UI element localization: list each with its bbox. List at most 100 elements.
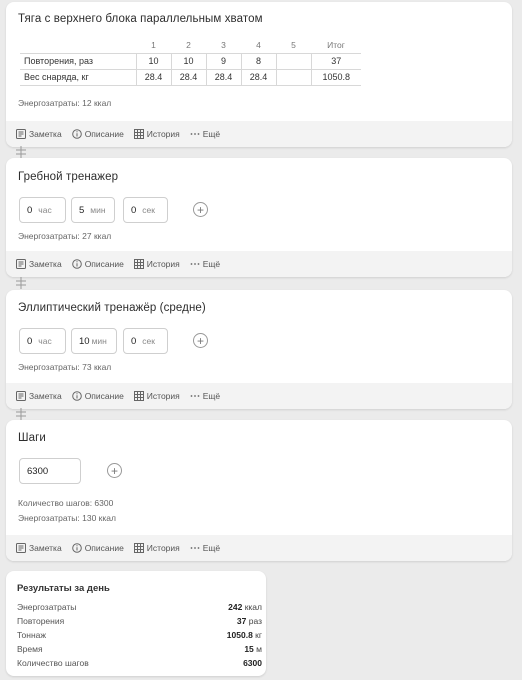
note-button[interactable]: Заметка xyxy=(16,129,62,139)
seconds-unit: сек xyxy=(142,205,155,215)
summary-value: 6300 xyxy=(243,658,262,668)
minutes-value: 5 xyxy=(79,204,85,216)
summary-row-energy: Энергозатраты 242 ккал xyxy=(17,602,262,612)
reps-cell[interactable]: 9 xyxy=(205,52,241,69)
daily-results-card: Результаты за день Энергозатраты 242 кка… xyxy=(6,571,266,676)
add-icon[interactable]: + xyxy=(107,463,122,478)
reps-cell[interactable]: 10 xyxy=(135,52,171,69)
minutes-input[interactable]: 5 мин xyxy=(71,197,115,223)
steps-input[interactable]: 6300 xyxy=(19,458,81,484)
dots-icon xyxy=(190,395,200,397)
exercise-title: Гребной тренажер xyxy=(18,171,119,183)
weight-cell[interactable]: 28.4 xyxy=(240,68,276,86)
steps-value: 6300 xyxy=(27,465,49,477)
more-button[interactable]: Ещё xyxy=(190,543,220,553)
steps-count-text: Количество шагов: 6300 xyxy=(18,498,114,508)
weight-cell[interactable]: 28.4 xyxy=(135,68,171,86)
summary-label: Количество шагов xyxy=(17,658,89,668)
energy-text: Энергозатраты: 27 ккал xyxy=(18,231,112,241)
more-button[interactable]: Ещё xyxy=(190,129,220,139)
reps-cell[interactable]: 8 xyxy=(240,52,276,69)
history-label: История xyxy=(146,129,180,139)
summary-number: 1050.8 xyxy=(226,630,253,640)
description-label: Описание xyxy=(84,259,124,269)
drag-handle-icon[interactable] xyxy=(15,408,27,420)
table-icon xyxy=(133,543,144,553)
reps-cell[interactable]: 10 xyxy=(170,52,206,69)
history-button[interactable]: История xyxy=(133,129,180,139)
energy-text: Энергозатраты: 73 ккал xyxy=(18,362,112,372)
weight-cell[interactable]: 28.4 xyxy=(205,68,241,86)
table-icon xyxy=(133,129,144,139)
exercise-title: Эллиптический тренажёр (средне) xyxy=(18,302,206,314)
description-label: Описание xyxy=(84,391,124,401)
note-button[interactable]: Заметка xyxy=(16,259,62,269)
summary-unit: м xyxy=(256,644,262,654)
note-button[interactable]: Заметка xyxy=(16,391,62,401)
note-icon xyxy=(16,259,26,269)
summary-number: 242 xyxy=(228,602,243,612)
weight-cell[interactable]: 28.4 xyxy=(170,68,206,86)
minutes-input[interactable]: 10 мин xyxy=(71,328,117,354)
hours-input[interactable]: 0 час xyxy=(19,197,66,223)
table-icon xyxy=(133,391,144,401)
hours-unit: час xyxy=(38,205,52,215)
dots-icon xyxy=(190,547,200,549)
history-button[interactable]: История xyxy=(133,259,180,269)
summary-row-reps: Повторения 37 раз xyxy=(17,616,262,626)
minutes-unit: мин xyxy=(91,336,107,346)
reps-cell[interactable] xyxy=(275,52,311,69)
set-number: 1 xyxy=(151,40,156,51)
description-button[interactable]: Описание xyxy=(71,259,124,269)
exercise-card-elliptical: Эллиптический тренажёр (средне) 0 час 10… xyxy=(6,290,512,409)
note-label: Заметка xyxy=(29,129,62,139)
description-button[interactable]: Описание xyxy=(71,543,124,553)
weight-cell[interactable] xyxy=(275,68,311,86)
more-label: Ещё xyxy=(202,543,221,553)
summary-unit: раз xyxy=(248,616,262,626)
seconds-input[interactable]: 0 сек xyxy=(123,197,168,223)
more-button[interactable]: Ещё xyxy=(190,259,220,269)
note-button[interactable]: Заметка xyxy=(16,543,62,553)
description-label: Описание xyxy=(84,543,124,553)
description-label: Описание xyxy=(84,129,124,139)
hours-input[interactable]: 0 час xyxy=(19,328,66,354)
info-icon xyxy=(71,543,82,553)
hours-value: 0 xyxy=(27,204,33,216)
history-button[interactable]: История xyxy=(133,391,180,401)
more-label: Ещё xyxy=(202,391,221,401)
summary-label: Время xyxy=(17,644,43,654)
seconds-value: 0 xyxy=(131,204,137,216)
exercise-title: Тяга с верхнего блока параллельным хвато… xyxy=(18,13,263,25)
note-label: Заметка xyxy=(29,259,62,269)
seconds-unit: сек xyxy=(142,336,155,346)
summary-row-steps: Количество шагов 6300 xyxy=(17,658,262,668)
table-icon xyxy=(133,259,144,269)
more-label: Ещё xyxy=(202,129,221,139)
weight-total: 1050.8 xyxy=(310,68,361,86)
total-header: Итог xyxy=(327,40,345,51)
info-icon xyxy=(71,259,82,269)
drag-handle-icon[interactable] xyxy=(15,146,27,158)
add-icon[interactable]: + xyxy=(193,333,208,348)
description-button[interactable]: Описание xyxy=(71,129,124,139)
summary-value: 15 м xyxy=(244,644,262,654)
note-icon xyxy=(16,391,26,401)
seconds-input[interactable]: 0 сек xyxy=(123,328,168,354)
hours-unit: час xyxy=(38,336,52,346)
exercise-card-lat-pulldown: Тяга с верхнего блока параллельным хвато… xyxy=(6,2,512,147)
energy-text: Энергозатраты: 130 ккал xyxy=(18,513,116,523)
set-number: 2 xyxy=(186,40,191,51)
energy-text: Энергозатраты: 12 ккал xyxy=(18,98,112,108)
summary-label: Тоннаж xyxy=(17,630,47,640)
history-button[interactable]: История xyxy=(133,543,180,553)
dots-icon xyxy=(190,263,200,265)
more-button[interactable]: Ещё xyxy=(190,391,220,401)
add-icon[interactable]: + xyxy=(193,202,208,217)
summary-value: 1050.8 кг xyxy=(227,630,262,640)
table-row: Вес снаряда, кг 28.4 28.4 28.4 28.4 1050… xyxy=(20,68,361,86)
description-button[interactable]: Описание xyxy=(71,391,124,401)
drag-handle-icon[interactable] xyxy=(15,277,27,289)
row-label: Повторения, раз xyxy=(20,52,136,69)
seconds-value: 0 xyxy=(131,335,137,347)
